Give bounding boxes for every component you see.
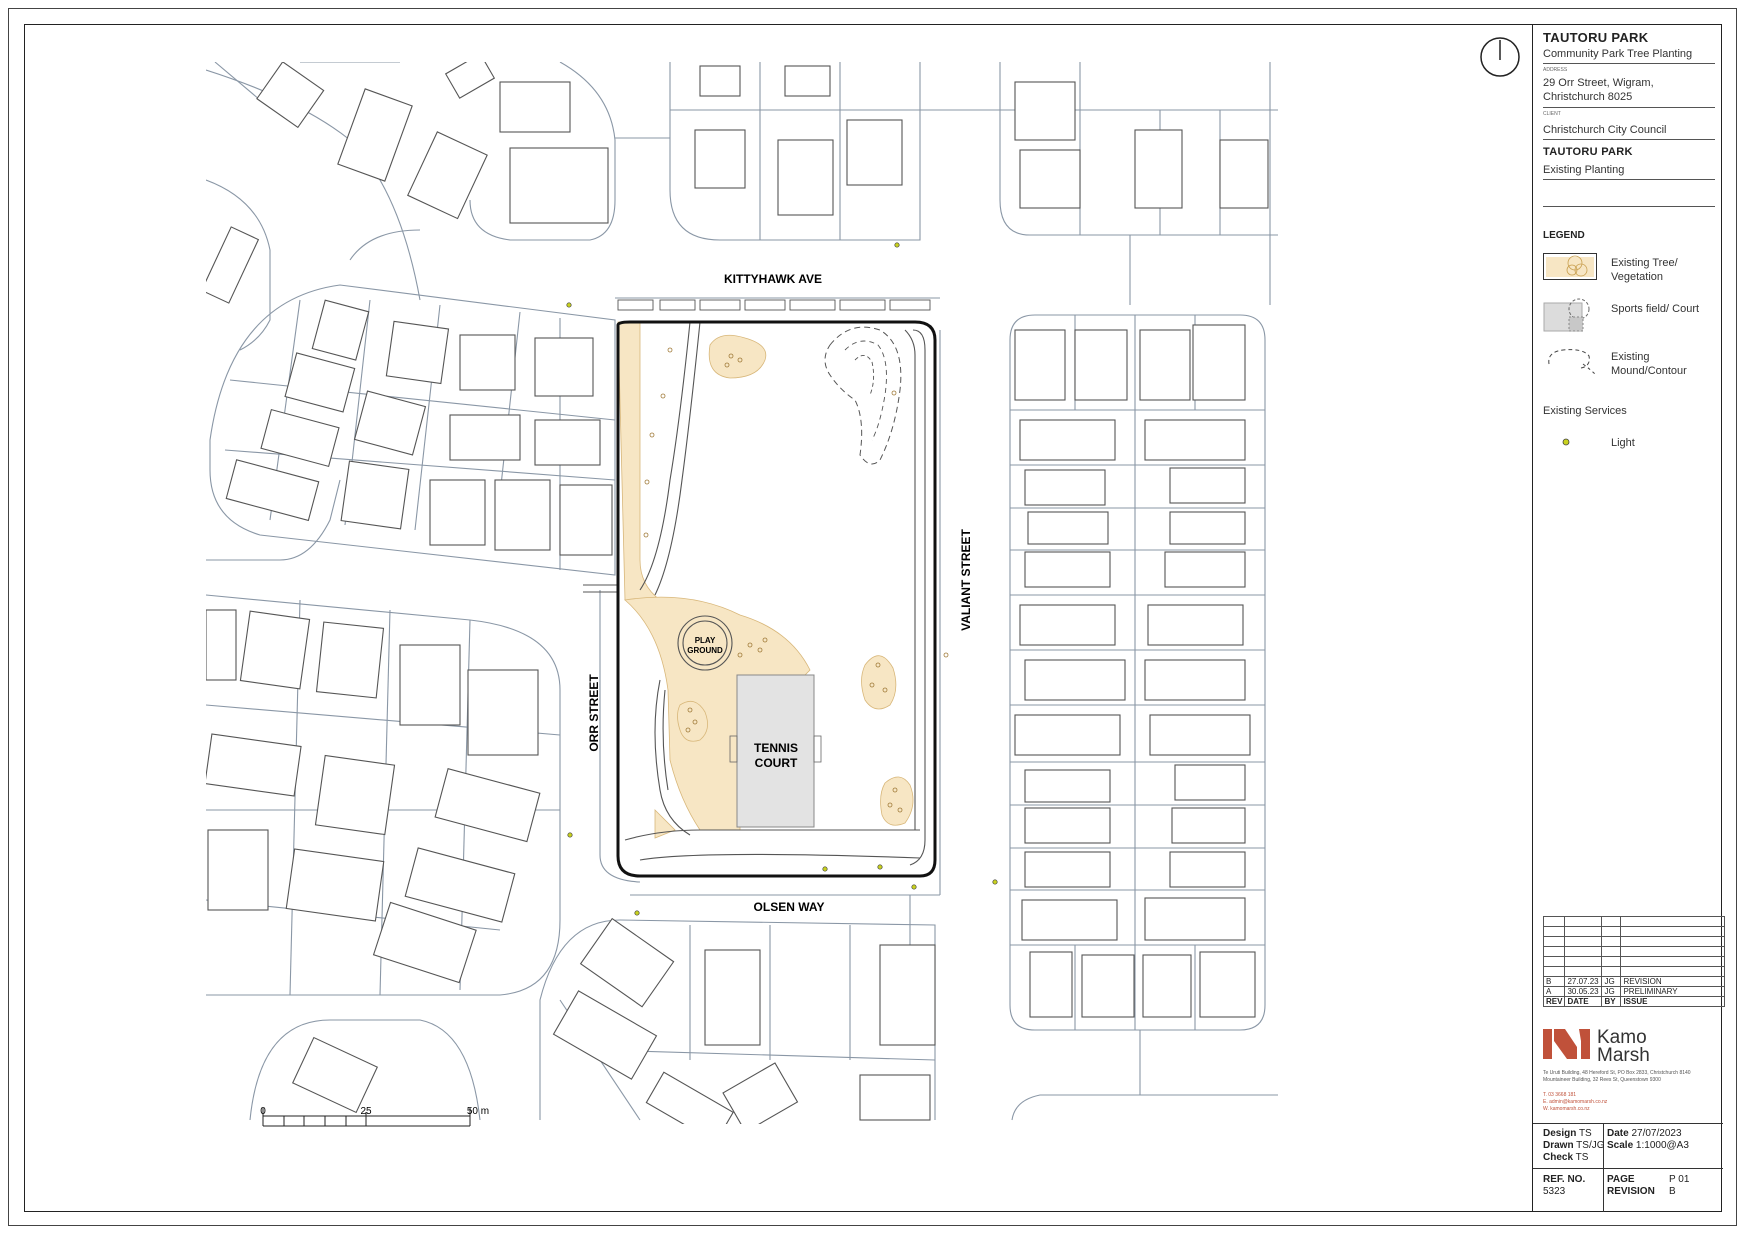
address-line-1: 29 Orr Street, Wigram, bbox=[1543, 77, 1654, 89]
legend-label-vegetation: Existing Tree/ Vegetation bbox=[1611, 257, 1678, 283]
ref-value: 5323 bbox=[1543, 1186, 1566, 1197]
legend-label-mound: Existing Mound/Contour bbox=[1611, 351, 1687, 377]
company-web: W. kamomarsh.co.nz bbox=[1543, 1106, 1590, 1112]
client-label: CLIENT bbox=[1543, 111, 1561, 117]
divider bbox=[1533, 1168, 1723, 1169]
revision-header-row: REV DATE BY ISSUE bbox=[1542, 996, 1725, 1007]
address-label: ADDRESS bbox=[1543, 67, 1568, 73]
light-icon bbox=[1562, 438, 1570, 446]
services-heading: Existing Services bbox=[1543, 405, 1627, 417]
company-logo-text: Kamo Marsh bbox=[1597, 1027, 1650, 1066]
date-field: Date 27/07/2023 bbox=[1607, 1128, 1682, 1139]
ref-label: REF. NO. bbox=[1543, 1174, 1586, 1185]
divider bbox=[1543, 63, 1715, 64]
divider bbox=[1543, 139, 1715, 140]
revision-row: A 30.05.23 JG PRELIMINARY bbox=[1542, 986, 1725, 997]
company-address-1: Te Uruti Building, 48 Hereford St, PO Bo… bbox=[1543, 1070, 1691, 1076]
scale-field: Scale 1:1000@A3 bbox=[1607, 1140, 1689, 1151]
client-name: Christchurch City Council bbox=[1543, 124, 1667, 136]
drawing-frame bbox=[24, 24, 1722, 1212]
legend-heading: LEGEND bbox=[1543, 230, 1585, 241]
revision-label: REVISION bbox=[1607, 1186, 1655, 1197]
revision-table: B 27.07.23 JG REVISION A 30.05.23 JG PRELIMINA… bbox=[1542, 916, 1725, 1007]
divider bbox=[1543, 206, 1715, 207]
legend-label-light: Light bbox=[1611, 437, 1635, 449]
page-label: PAGE bbox=[1607, 1174, 1635, 1185]
kamo-marsh-logo-icon bbox=[1543, 1029, 1590, 1059]
mound-contour-swatch-icon bbox=[1548, 349, 1596, 375]
sheet-subtitle: Existing Planting bbox=[1543, 164, 1625, 176]
drawn-field: Drawn TS/JG bbox=[1543, 1140, 1605, 1151]
address-line-2: Christchurch 8025 bbox=[1543, 91, 1633, 103]
revision-value: B bbox=[1669, 1186, 1676, 1197]
sheet-title: TAUTORU PARK bbox=[1543, 146, 1633, 158]
revision-row: B 27.07.23 JG REVISION bbox=[1542, 976, 1725, 987]
legend-label-court: Sports field/ Court bbox=[1611, 303, 1700, 315]
divider bbox=[1543, 107, 1715, 108]
project-subtitle: Community Park Tree Planting bbox=[1543, 48, 1693, 60]
company-email: E. admin@kamomarsh.co.nz bbox=[1543, 1099, 1608, 1105]
tree-vegetation-swatch-icon bbox=[1543, 253, 1597, 280]
title-block: TAUTORU PARK Community Park Tree Plantin… bbox=[1532, 24, 1725, 1212]
page-value: P 01 bbox=[1669, 1174, 1690, 1185]
check-field: Check TS bbox=[1543, 1152, 1589, 1163]
sports-court-swatch-icon bbox=[1543, 298, 1590, 332]
company-phone: T. 03 3668 181 bbox=[1543, 1092, 1577, 1098]
divider bbox=[1543, 179, 1715, 180]
divider bbox=[1533, 1123, 1723, 1124]
design-field: Design TS bbox=[1543, 1128, 1592, 1139]
project-title: TAUTORU PARK bbox=[1543, 30, 1649, 45]
company-address-2: Mountaineer Building, 32 Rees St, Queens… bbox=[1543, 1077, 1661, 1083]
